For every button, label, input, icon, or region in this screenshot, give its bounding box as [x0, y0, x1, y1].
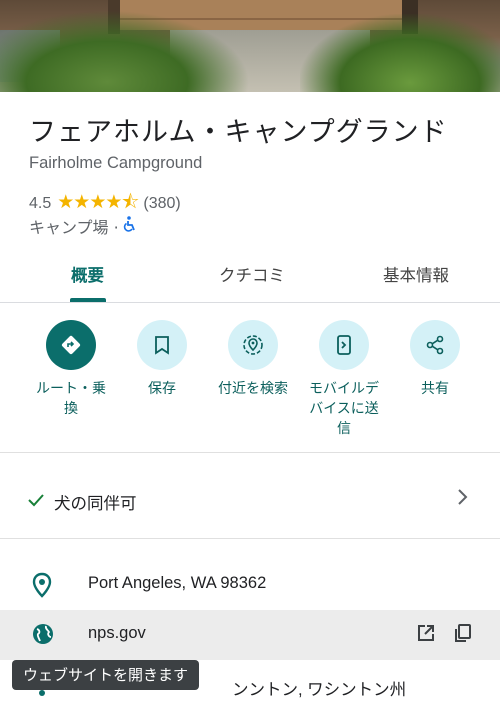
place-category: キャンプ場 ·: [29, 214, 137, 238]
search-nearby-label: 付近を検索: [218, 381, 288, 397]
photo-fern: [300, 14, 500, 92]
website-text[interactable]: nps.gov: [88, 624, 146, 643]
bookmark-icon[interactable]: [137, 320, 187, 370]
save-button[interactable]: 保存: [117, 320, 207, 399]
pets-allowed-row[interactable]: 犬の同伴可: [0, 470, 500, 530]
tab-overview[interactable]: 概要: [71, 262, 104, 286]
directions-icon[interactable]: [46, 320, 96, 370]
directions-label: ルート・乗 換: [36, 381, 106, 417]
save-label: 保存: [148, 381, 176, 397]
open-external-icon[interactable]: [416, 623, 436, 648]
wheelchair-icon: [123, 216, 137, 236]
website-row[interactable]: nps.gov: [0, 610, 500, 660]
place-subtitle: Fairholme Campground: [29, 154, 203, 172]
place-title: フェアホルム・キャンプグランド: [29, 117, 448, 148]
tab-reviews[interactable]: クチコミ: [219, 262, 285, 286]
active-tab-indicator: [70, 298, 106, 302]
location-pin-icon: [31, 572, 53, 603]
category-label: キャンプ場 ·: [29, 218, 119, 237]
tab-about[interactable]: 基本情報: [383, 262, 449, 286]
chevron-right-icon[interactable]: [454, 487, 470, 512]
check-icon: [26, 490, 46, 515]
plus-code-text: ンントン, ワシントン州: [232, 681, 407, 699]
pets-allowed-label: 犬の同伴可: [54, 494, 137, 513]
review-count[interactable]: (380): [143, 195, 180, 213]
share-label: 共有: [421, 381, 449, 397]
nearby-icon[interactable]: [228, 320, 278, 370]
address-text: Port Angeles, WA 98362: [88, 574, 267, 592]
place-tabs: 概要 クチコミ 基本情報: [0, 248, 500, 303]
share-button[interactable]: 共有: [390, 320, 480, 399]
section-divider: [0, 538, 500, 539]
place-photo[interactable]: [0, 0, 500, 92]
action-buttons: ルート・乗 換 保存 付近を検索 モバイルデ バイスに送 信 共有: [0, 320, 500, 450]
address-row[interactable]: Port Angeles, WA 98362: [0, 560, 500, 610]
copy-icon[interactable]: [453, 623, 473, 648]
send-to-phone-label: モバイルデ バイスに送 信: [309, 381, 379, 437]
section-divider: [0, 452, 500, 453]
directions-button[interactable]: ルート・乗 換: [26, 320, 116, 419]
send-to-phone-icon[interactable]: [319, 320, 369, 370]
share-icon[interactable]: [410, 320, 460, 370]
rating-value: 4.5: [29, 195, 52, 212]
globe-icon: [31, 622, 55, 651]
website-tooltip: ウェブサイトを開きます: [12, 660, 200, 690]
search-nearby-button[interactable]: 付近を検索: [208, 320, 298, 399]
send-to-phone-button[interactable]: モバイルデ バイスに送 信: [299, 320, 389, 439]
photo-fern: [0, 10, 250, 92]
